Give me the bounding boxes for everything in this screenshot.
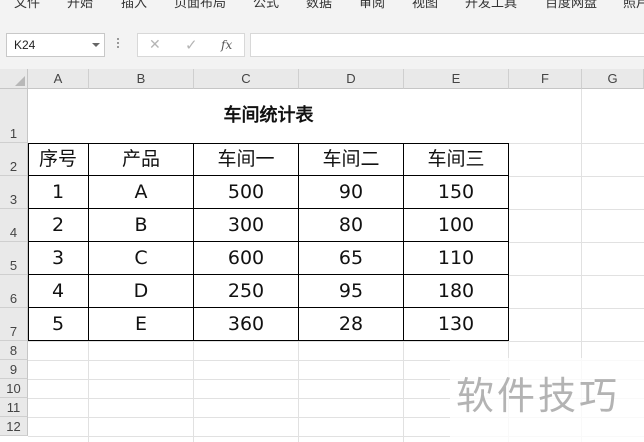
table-cell[interactable]: 80 [299, 209, 404, 242]
table-cell[interactable]: 500 [194, 176, 299, 209]
row-number: 4 [9, 225, 18, 240]
formula-bar: K24 ✕ ✓ fx [0, 19, 644, 69]
column-header-g[interactable]: G [582, 69, 644, 89]
table-cell[interactable]: B [89, 209, 194, 242]
select-all-button[interactable] [0, 69, 28, 89]
column-header-f[interactable]: F [509, 69, 582, 89]
row-number: 11 [6, 400, 21, 415]
menu-home[interactable]: 开始 [67, 0, 93, 14]
table-cell[interactable]: 4 [28, 275, 89, 308]
row-number: 2 [9, 159, 18, 174]
table-cell[interactable]: 600 [194, 242, 299, 275]
table-cell[interactable]: 360 [194, 308, 299, 341]
menu-baidu-netdisk[interactable]: 百度网盘 [545, 0, 597, 14]
table-header-cell[interactable]: 序号 [28, 143, 89, 176]
insert-function-icon[interactable]: fx [221, 34, 232, 56]
enter-icon[interactable]: ✓ [185, 34, 198, 56]
menu-photo[interactable]: 照片 [623, 0, 644, 14]
row-number: 10 [6, 381, 21, 396]
row-header-1[interactable]: 1 [0, 89, 28, 143]
row-number: 6 [9, 291, 18, 306]
table-cell[interactable]: 65 [299, 242, 404, 275]
column-header-b[interactable]: B [89, 69, 194, 89]
menu-page-layout[interactable]: 页面布局 [174, 0, 226, 14]
table-cell[interactable]: 110 [404, 242, 509, 275]
row-number: 5 [9, 258, 18, 273]
table-cell[interactable]: 3 [28, 242, 89, 275]
table-cell[interactable]: 2 [28, 209, 89, 242]
table-cell[interactable]: 250 [194, 275, 299, 308]
row-number: 12 [6, 419, 21, 434]
formula-input[interactable] [250, 33, 644, 57]
table-cell[interactable]: 150 [404, 176, 509, 209]
row-number: 1 [9, 126, 18, 141]
chevron-down-icon[interactable] [92, 43, 100, 47]
table-cell[interactable]: 5 [28, 308, 89, 341]
row-number: 9 [9, 362, 18, 377]
table-header-cell[interactable]: 车间三 [404, 143, 509, 176]
table-cell[interactable]: 130 [404, 308, 509, 341]
table-header-cell[interactable]: 车间一 [194, 143, 299, 176]
table-cell[interactable]: C [89, 242, 194, 275]
name-box[interactable]: K24 [6, 33, 105, 57]
row-header-9[interactable]: 9 [0, 360, 28, 379]
row-header-11[interactable]: 11 [0, 398, 28, 417]
select-all-icon [15, 76, 25, 86]
column-header-c[interactable]: C [194, 69, 299, 89]
row-header-5[interactable]: 5 [0, 242, 28, 275]
table-cell[interactable]: D [89, 275, 194, 308]
menu-review[interactable]: 审阅 [359, 0, 385, 14]
table-cell[interactable]: 1 [28, 176, 89, 209]
table-header-cell[interactable]: 产品 [89, 143, 194, 176]
table-cell[interactable]: 95 [299, 275, 404, 308]
menu-formulas[interactable]: 公式 [253, 0, 279, 14]
row-header-4[interactable]: 4 [0, 209, 28, 242]
table-header-cell[interactable]: 车间二 [299, 143, 404, 176]
row-header-3[interactable]: 3 [0, 176, 28, 209]
table-cell[interactable]: 28 [299, 308, 404, 341]
menu-developer[interactable]: 开发工具 [465, 0, 517, 14]
column-header-e[interactable]: E [404, 69, 509, 89]
row-number: 7 [9, 324, 18, 339]
row-number: 3 [9, 192, 18, 207]
menu-insert[interactable]: 插入 [121, 0, 147, 14]
row-header-8[interactable]: 8 [0, 341, 28, 360]
watermark-text: 软件技巧 [456, 374, 621, 418]
drag-handle-icon[interactable] [117, 38, 120, 50]
cancel-icon[interactable]: ✕ [149, 34, 161, 56]
formula-buttons: ✕ ✓ fx [137, 33, 245, 57]
table-cell[interactable]: 90 [299, 176, 404, 209]
table-cell[interactable]: 180 [404, 275, 509, 308]
row-header-12[interactable]: 12 [0, 417, 28, 436]
row-header-2[interactable]: 2 [0, 143, 28, 176]
table-cell[interactable]: 100 [404, 209, 509, 242]
row-header-7[interactable]: 7 [0, 308, 28, 341]
row-header-6[interactable]: 6 [0, 275, 28, 308]
table-cell[interactable]: A [89, 176, 194, 209]
column-header-a[interactable]: A [28, 69, 89, 89]
menu-view[interactable]: 视图 [412, 0, 438, 14]
gridline [28, 341, 644, 342]
row-header-10[interactable]: 10 [0, 379, 28, 398]
row-number: 8 [9, 343, 18, 358]
table-cell[interactable]: E [89, 308, 194, 341]
table-cell[interactable]: 300 [194, 209, 299, 242]
menu-file[interactable]: 文件 [14, 0, 40, 14]
column-header-d[interactable]: D [299, 69, 404, 89]
menu-data[interactable]: 数据 [306, 0, 332, 14]
data-table: 序号 产品 车间一 车间二 车间三 1 A 500 90 150 2 B 300 80 100 3 C 600 65… [28, 143, 509, 341]
table-title[interactable]: 车间统计表 [28, 89, 509, 143]
name-box-value: K24 [14, 38, 36, 52]
ribbon-menu-bar: 文件 开始 插入 页面布局 公式 数据 审阅 视图 开发工具 百度网盘 照片 [0, 0, 644, 20]
